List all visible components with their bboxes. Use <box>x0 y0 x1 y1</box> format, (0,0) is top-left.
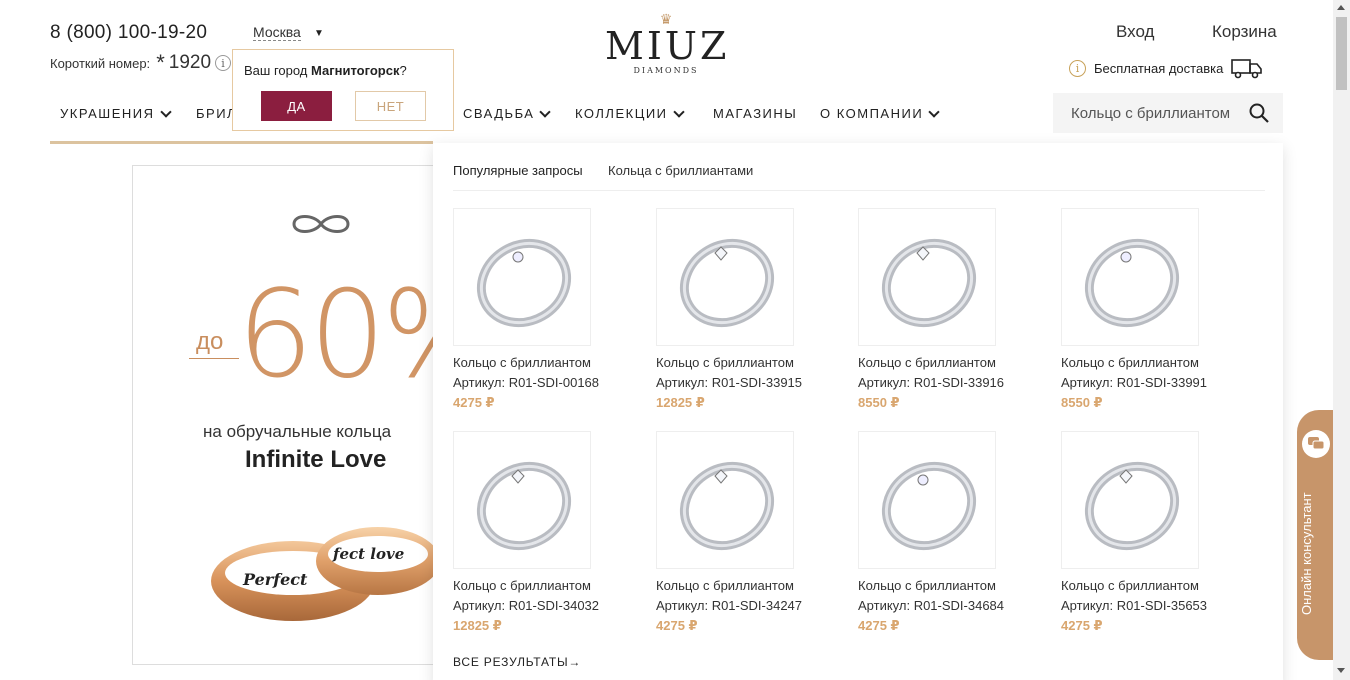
free-delivery-label: Бесплатная доставка <box>1094 60 1224 76</box>
nav-item-collections[interactable]: КОЛЛЕКЦИИ <box>575 105 686 121</box>
logo-name: MIUZ <box>605 24 730 68</box>
info-icon: i <box>1069 59 1086 77</box>
promo-banner[interactable]: до 60% на обручальные кольца Infinite Lo… <box>132 165 433 665</box>
city-no-button[interactable]: НЕТ <box>355 91 426 121</box>
divider <box>453 190 1265 191</box>
short-number-star: * <box>156 50 165 75</box>
infinity-logo-icon <box>292 215 350 233</box>
ring2-engraving: fect love <box>332 545 404 563</box>
product-price: 4275 ₽ <box>656 618 698 633</box>
city-yes-button[interactable]: ДА <box>261 91 332 121</box>
scroll-up-arrow-icon[interactable] <box>1337 5 1345 10</box>
search-icon[interactable] <box>1249 103 1269 123</box>
product-article: Артикул: R01-SDI-33991 <box>1061 375 1208 390</box>
scroll-down-arrow-icon[interactable] <box>1337 668 1345 673</box>
product-name[interactable]: Кольцо с бриллиантом <box>1061 576 1241 596</box>
banner-upto-line <box>189 358 239 359</box>
popular-queries-label: Популярные запросы <box>453 163 583 178</box>
product-name[interactable]: Кольцо с бриллиантом <box>453 576 633 596</box>
product-image[interactable] <box>453 208 591 346</box>
wedding-rings-image: Perfect fect love <box>211 527 433 621</box>
short-number-value: 1920 <box>168 52 212 73</box>
product-image[interactable] <box>453 431 591 569</box>
nav-item-diamonds[interactable]: БРИЛ <box>196 106 237 121</box>
banner-line1: на обручальные кольца <box>203 422 392 441</box>
search-box <box>1053 93 1283 133</box>
product-image[interactable] <box>1061 431 1199 569</box>
cart-link[interactable]: Корзина <box>1212 22 1277 42</box>
product-name[interactable]: Кольцо с бриллиантом <box>453 353 633 373</box>
login-link[interactable]: Вход <box>1116 22 1154 42</box>
detected-city: Магнитогорск <box>311 63 400 78</box>
product-article: Артикул: R01-SDI-00168 <box>453 375 600 390</box>
info-icon[interactable]: i <box>215 55 232 71</box>
ring1-engraving: Perfect <box>242 570 308 589</box>
product-price: 4275 ₽ <box>453 395 495 410</box>
product-name[interactable]: Кольцо с бриллиантом <box>656 576 836 596</box>
product-card[interactable]: Кольцо с бриллиантом Артикул: R01-SDI-340… <box>453 431 633 636</box>
product-card[interactable]: Кольцо с бриллиантом Артикул: R01-SDI-339… <box>656 208 836 413</box>
chevron-down-icon <box>672 105 685 118</box>
chat-icon <box>1302 430 1330 458</box>
product-price: 12825 ₽ <box>453 618 502 633</box>
city-question: Ваш город Магнитогорск? <box>244 63 407 78</box>
logo[interactable]: ♛ MIUZ DIAMONDS <box>605 12 727 75</box>
product-image[interactable] <box>1061 208 1199 346</box>
product-article: Артикул: R01-SDI-33916 <box>858 375 1005 390</box>
chevron-down-icon <box>159 105 172 118</box>
chevron-down-icon <box>539 105 552 118</box>
popular-query-link[interactable]: Кольца с бриллиантами <box>608 163 753 178</box>
product-image[interactable] <box>858 431 996 569</box>
product-card[interactable]: Кольцо с бриллиантом Артикул: R01-SDI-346… <box>858 431 1038 636</box>
product-name[interactable]: Кольцо с бриллиантом <box>1061 353 1241 373</box>
product-name[interactable]: Кольцо с бриллиантом <box>656 353 836 373</box>
product-name[interactable]: Кольцо с бриллиантом <box>858 576 1038 596</box>
city-selector[interactable]: Москва <box>253 24 301 41</box>
free-delivery[interactable]: i Бесплатная доставка <box>1069 57 1263 79</box>
truck-icon <box>1231 59 1263 79</box>
product-price: 12825 ₽ <box>656 395 705 410</box>
short-number: Короткий номер: * 1920 i <box>50 50 232 75</box>
product-price: 8550 ₽ <box>858 395 900 410</box>
nav-underline <box>50 141 433 144</box>
product-card[interactable]: Кольцо с бриллиантом Артикул: R01-SDI-342… <box>656 431 836 636</box>
product-card[interactable]: Кольцо с бриллиантом Артикул: R01-SDI-339… <box>1061 208 1241 413</box>
product-card[interactable]: Кольцо с бриллиантом Артикул: R01-SDI-339… <box>858 208 1038 413</box>
product-price: 8550 ₽ <box>1061 395 1103 410</box>
product-article: Артикул: R01-SDI-33915 <box>656 375 803 390</box>
product-price: 4275 ₽ <box>1061 618 1103 633</box>
product-card[interactable]: Кольцо с бриллиантом Артикул: R01-SDI-001… <box>453 208 633 413</box>
nav-item-jewelry[interactable]: УКРАШЕНИЯ <box>60 105 173 121</box>
product-article: Артикул: R01-SDI-34247 <box>656 598 803 613</box>
product-article: Артикул: R01-SDI-35653 <box>1061 598 1208 613</box>
all-results-link[interactable]: ВСЕ РЕЗУЛЬТАТЫ→ <box>453 655 581 669</box>
city-confirm-popup: Ваш город Магнитогорск? ДА НЕТ <box>232 49 454 131</box>
banner-percent: 60% <box>237 266 433 405</box>
nav-item-about[interactable]: О КОМПАНИИ <box>820 105 941 121</box>
scrollbar[interactable] <box>1333 0 1350 680</box>
scrollbar-thumb[interactable] <box>1336 17 1347 90</box>
nav-item-stores[interactable]: МАГАЗИНЫ <box>713 106 797 121</box>
product-card[interactable]: Кольцо с бриллиантом Артикул: R01-SDI-356… <box>1061 431 1241 636</box>
product-image[interactable] <box>656 431 794 569</box>
nav-item-wedding[interactable]: СВАДЬБА <box>463 105 552 121</box>
search-suggestions-dropdown: Популярные запросы Кольца с бриллиантами… <box>433 143 1283 680</box>
short-number-label: Короткий номер: <box>50 55 151 71</box>
banner-line2: Infinite Love <box>245 446 387 473</box>
online-consultant-tab[interactable]: Онлайн консультант <box>1297 410 1334 660</box>
product-image[interactable] <box>656 208 794 346</box>
product-article: Артикул: R01-SDI-34684 <box>858 598 1005 613</box>
product-name[interactable]: Кольцо с бриллиантом <box>858 353 1038 373</box>
online-consultant-label: Онлайн консультант <box>1299 492 1314 615</box>
caret-down-icon[interactable]: ▼ <box>314 28 324 39</box>
banner-upto: до <box>196 328 224 355</box>
product-price: 4275 ₽ <box>858 618 900 633</box>
product-image[interactable] <box>858 208 996 346</box>
phone-number[interactable]: 8 (800) 100-19-20 <box>50 22 207 44</box>
chevron-down-icon <box>928 105 940 118</box>
product-article: Артикул: R01-SDI-34032 <box>453 598 600 613</box>
search-input[interactable] <box>1053 93 1243 133</box>
